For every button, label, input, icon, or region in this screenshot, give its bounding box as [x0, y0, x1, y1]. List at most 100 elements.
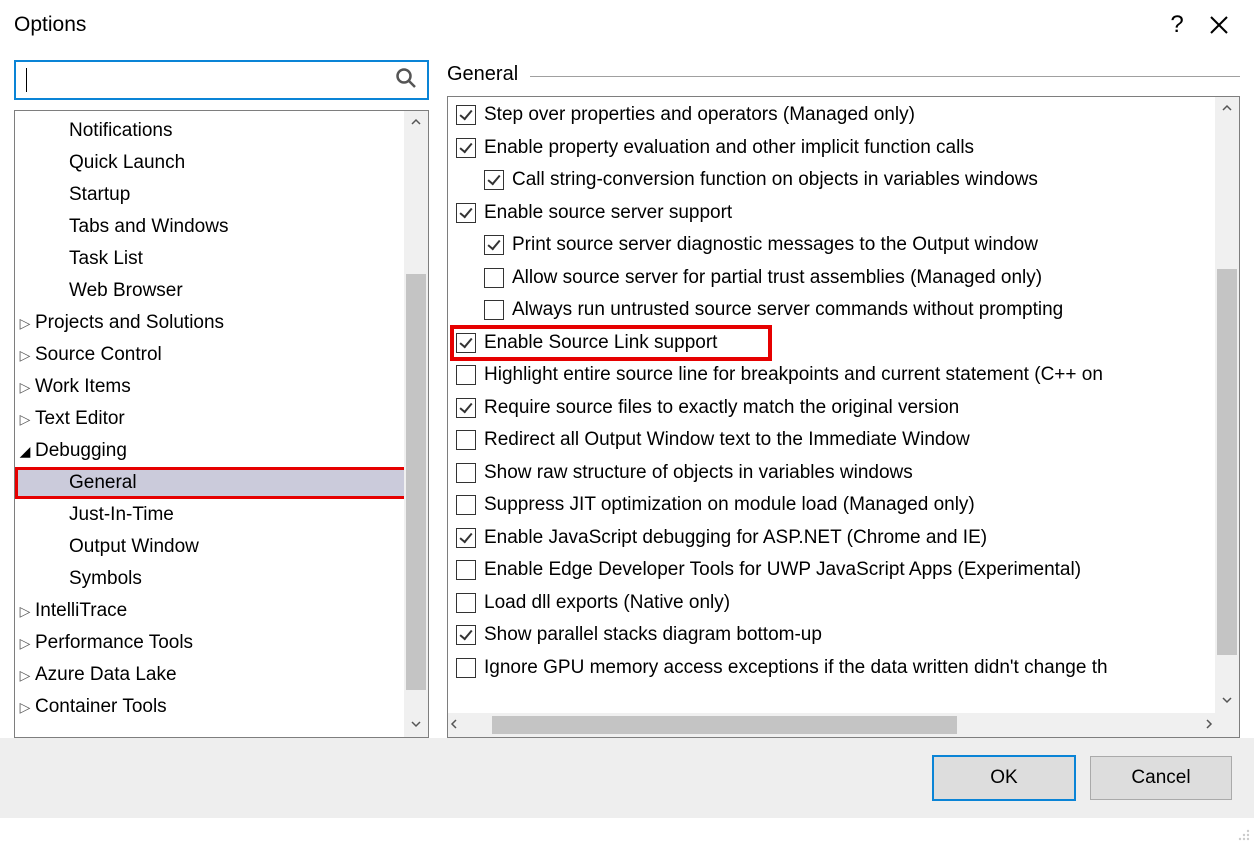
tree-item[interactable]: Notifications	[15, 115, 428, 147]
scroll-up-icon[interactable]	[1215, 97, 1239, 121]
tree-item-label: Azure Data Lake	[35, 659, 177, 691]
option-row[interactable]: Enable Source Link support	[452, 327, 770, 360]
option-label: Allow source server for partial trust as…	[512, 262, 1042, 295]
close-icon	[1209, 15, 1229, 35]
option-label: Call string-conversion function on objec…	[512, 164, 1038, 197]
option-label: Enable Edge Developer Tools for UWP Java…	[484, 554, 1081, 587]
close-button[interactable]	[1198, 15, 1240, 35]
scroll-right-icon[interactable]	[1203, 713, 1215, 737]
tree-item[interactable]: ▷Performance Tools	[15, 627, 428, 659]
option-label: Print source server diagnostic messages …	[512, 229, 1038, 262]
option-row[interactable]: Enable source server support	[456, 197, 1239, 230]
tree-item[interactable]: Web Browser	[15, 275, 428, 307]
option-row[interactable]: Load dll exports (Native only)	[456, 587, 1239, 620]
checkbox[interactable]	[484, 170, 504, 190]
scroll-thumb[interactable]	[406, 274, 426, 690]
checkbox[interactable]	[456, 560, 476, 580]
checkbox[interactable]	[456, 463, 476, 483]
option-row[interactable]: Always run untrusted source server comma…	[456, 294, 1239, 327]
ok-button[interactable]: OK	[932, 755, 1076, 801]
checkbox[interactable]	[456, 593, 476, 613]
checkbox[interactable]	[456, 333, 476, 353]
search-input[interactable]	[14, 60, 429, 100]
option-row[interactable]: Step over properties and operators (Mana…	[456, 99, 1239, 132]
checkbox[interactable]	[484, 268, 504, 288]
option-row[interactable]: Ignore GPU memory access exceptions if t…	[456, 652, 1239, 685]
option-row[interactable]: Redirect all Output Window text to the I…	[456, 424, 1239, 457]
tree-item-label: Work Items	[35, 371, 131, 403]
options-vscrollbar[interactable]	[1215, 97, 1239, 713]
checkbox[interactable]	[456, 203, 476, 223]
option-row[interactable]: Call string-conversion function on objec…	[456, 164, 1239, 197]
tree-item-label: Container Tools	[35, 691, 167, 723]
checkbox[interactable]	[456, 658, 476, 678]
tree-item[interactable]: ▷Work Items	[15, 371, 428, 403]
option-label: Enable source server support	[484, 197, 732, 230]
expand-icon: ▷	[17, 659, 33, 691]
option-row[interactable]: Enable JavaScript debugging for ASP.NET …	[456, 522, 1239, 555]
cancel-button[interactable]: Cancel	[1090, 756, 1232, 800]
option-row[interactable]: Suppress JIT optimization on module load…	[456, 489, 1239, 522]
scroll-down-icon[interactable]	[404, 713, 428, 737]
option-label: Show parallel stacks diagram bottom-up	[484, 619, 822, 652]
option-row[interactable]: Require source files to exactly match th…	[456, 392, 1239, 425]
tree-item[interactable]: Task List	[15, 243, 428, 275]
tree-item[interactable]: ▷Container Tools	[15, 691, 428, 723]
tree-item-label: Quick Launch	[69, 147, 185, 179]
checkbox[interactable]	[456, 138, 476, 158]
checkbox[interactable]	[456, 625, 476, 645]
tree-item-label: General	[69, 467, 137, 499]
tree-item[interactable]: ▷IntelliTrace	[15, 595, 428, 627]
scroll-down-icon[interactable]	[1215, 689, 1239, 713]
tree-item[interactable]: ▷Source Control	[15, 339, 428, 371]
tree-item-label: Symbols	[69, 563, 142, 595]
option-row[interactable]: Print source server diagnostic messages …	[456, 229, 1239, 262]
checkbox[interactable]	[456, 430, 476, 450]
option-row[interactable]: Show raw structure of objects in variabl…	[456, 457, 1239, 490]
collapse-icon: ◢	[17, 435, 33, 467]
option-row[interactable]: Allow source server for partial trust as…	[456, 262, 1239, 295]
option-row[interactable]: Enable property evaluation and other imp…	[456, 132, 1239, 165]
option-row[interactable]: Highlight entire source line for breakpo…	[456, 359, 1239, 392]
tree-item[interactable]: ◢Debugging	[15, 435, 428, 467]
resize-grip-icon[interactable]	[1234, 825, 1252, 843]
tree-item[interactable]: Quick Launch	[15, 147, 428, 179]
tree-item-label: IntelliTrace	[35, 595, 127, 627]
tree-item-label: Performance Tools	[35, 627, 193, 659]
tree-item[interactable]: Tabs and Windows	[15, 211, 428, 243]
option-label: Load dll exports (Native only)	[484, 587, 730, 620]
option-row[interactable]: Show parallel stacks diagram bottom-up	[456, 619, 1239, 652]
scroll-left-icon[interactable]	[448, 713, 460, 737]
expand-icon: ▷	[17, 627, 33, 659]
checkbox[interactable]	[484, 235, 504, 255]
tree-item[interactable]: Startup	[15, 179, 428, 211]
checkbox[interactable]	[456, 398, 476, 418]
tree-item[interactable]: Just-In-Time	[15, 499, 428, 531]
help-button[interactable]: ?	[1156, 4, 1198, 46]
tree-item[interactable]: General	[15, 467, 428, 499]
option-label: Show raw structure of objects in variabl…	[484, 457, 913, 490]
option-row[interactable]: Enable Edge Developer Tools for UWP Java…	[456, 554, 1239, 587]
tree-item[interactable]: ▷Text Editor	[15, 403, 428, 435]
tree-scrollbar[interactable]	[404, 111, 428, 737]
tree-item[interactable]: ▷Azure Data Lake	[15, 659, 428, 691]
tree-item-label: Projects and Solutions	[35, 307, 224, 339]
expand-icon: ▷	[17, 339, 33, 371]
checkbox[interactable]	[456, 528, 476, 548]
option-label: Highlight entire source line for breakpo…	[484, 359, 1103, 392]
scroll-thumb[interactable]	[1217, 269, 1237, 655]
category-tree[interactable]: NotificationsQuick LaunchStartupTabs and…	[15, 111, 428, 737]
option-label: Step over properties and operators (Mana…	[484, 99, 915, 132]
options-panel: Step over properties and operators (Mana…	[448, 97, 1239, 684]
tree-item[interactable]: ▷Projects and Solutions	[15, 307, 428, 339]
scroll-thumb[interactable]	[492, 716, 958, 734]
expand-icon: ▷	[17, 307, 33, 339]
options-hscrollbar[interactable]	[448, 713, 1215, 737]
scroll-up-icon[interactable]	[404, 111, 428, 135]
checkbox[interactable]	[456, 365, 476, 385]
tree-item[interactable]: Output Window	[15, 531, 428, 563]
checkbox[interactable]	[484, 300, 504, 320]
checkbox[interactable]	[456, 105, 476, 125]
checkbox[interactable]	[456, 495, 476, 515]
tree-item[interactable]: Symbols	[15, 563, 428, 595]
